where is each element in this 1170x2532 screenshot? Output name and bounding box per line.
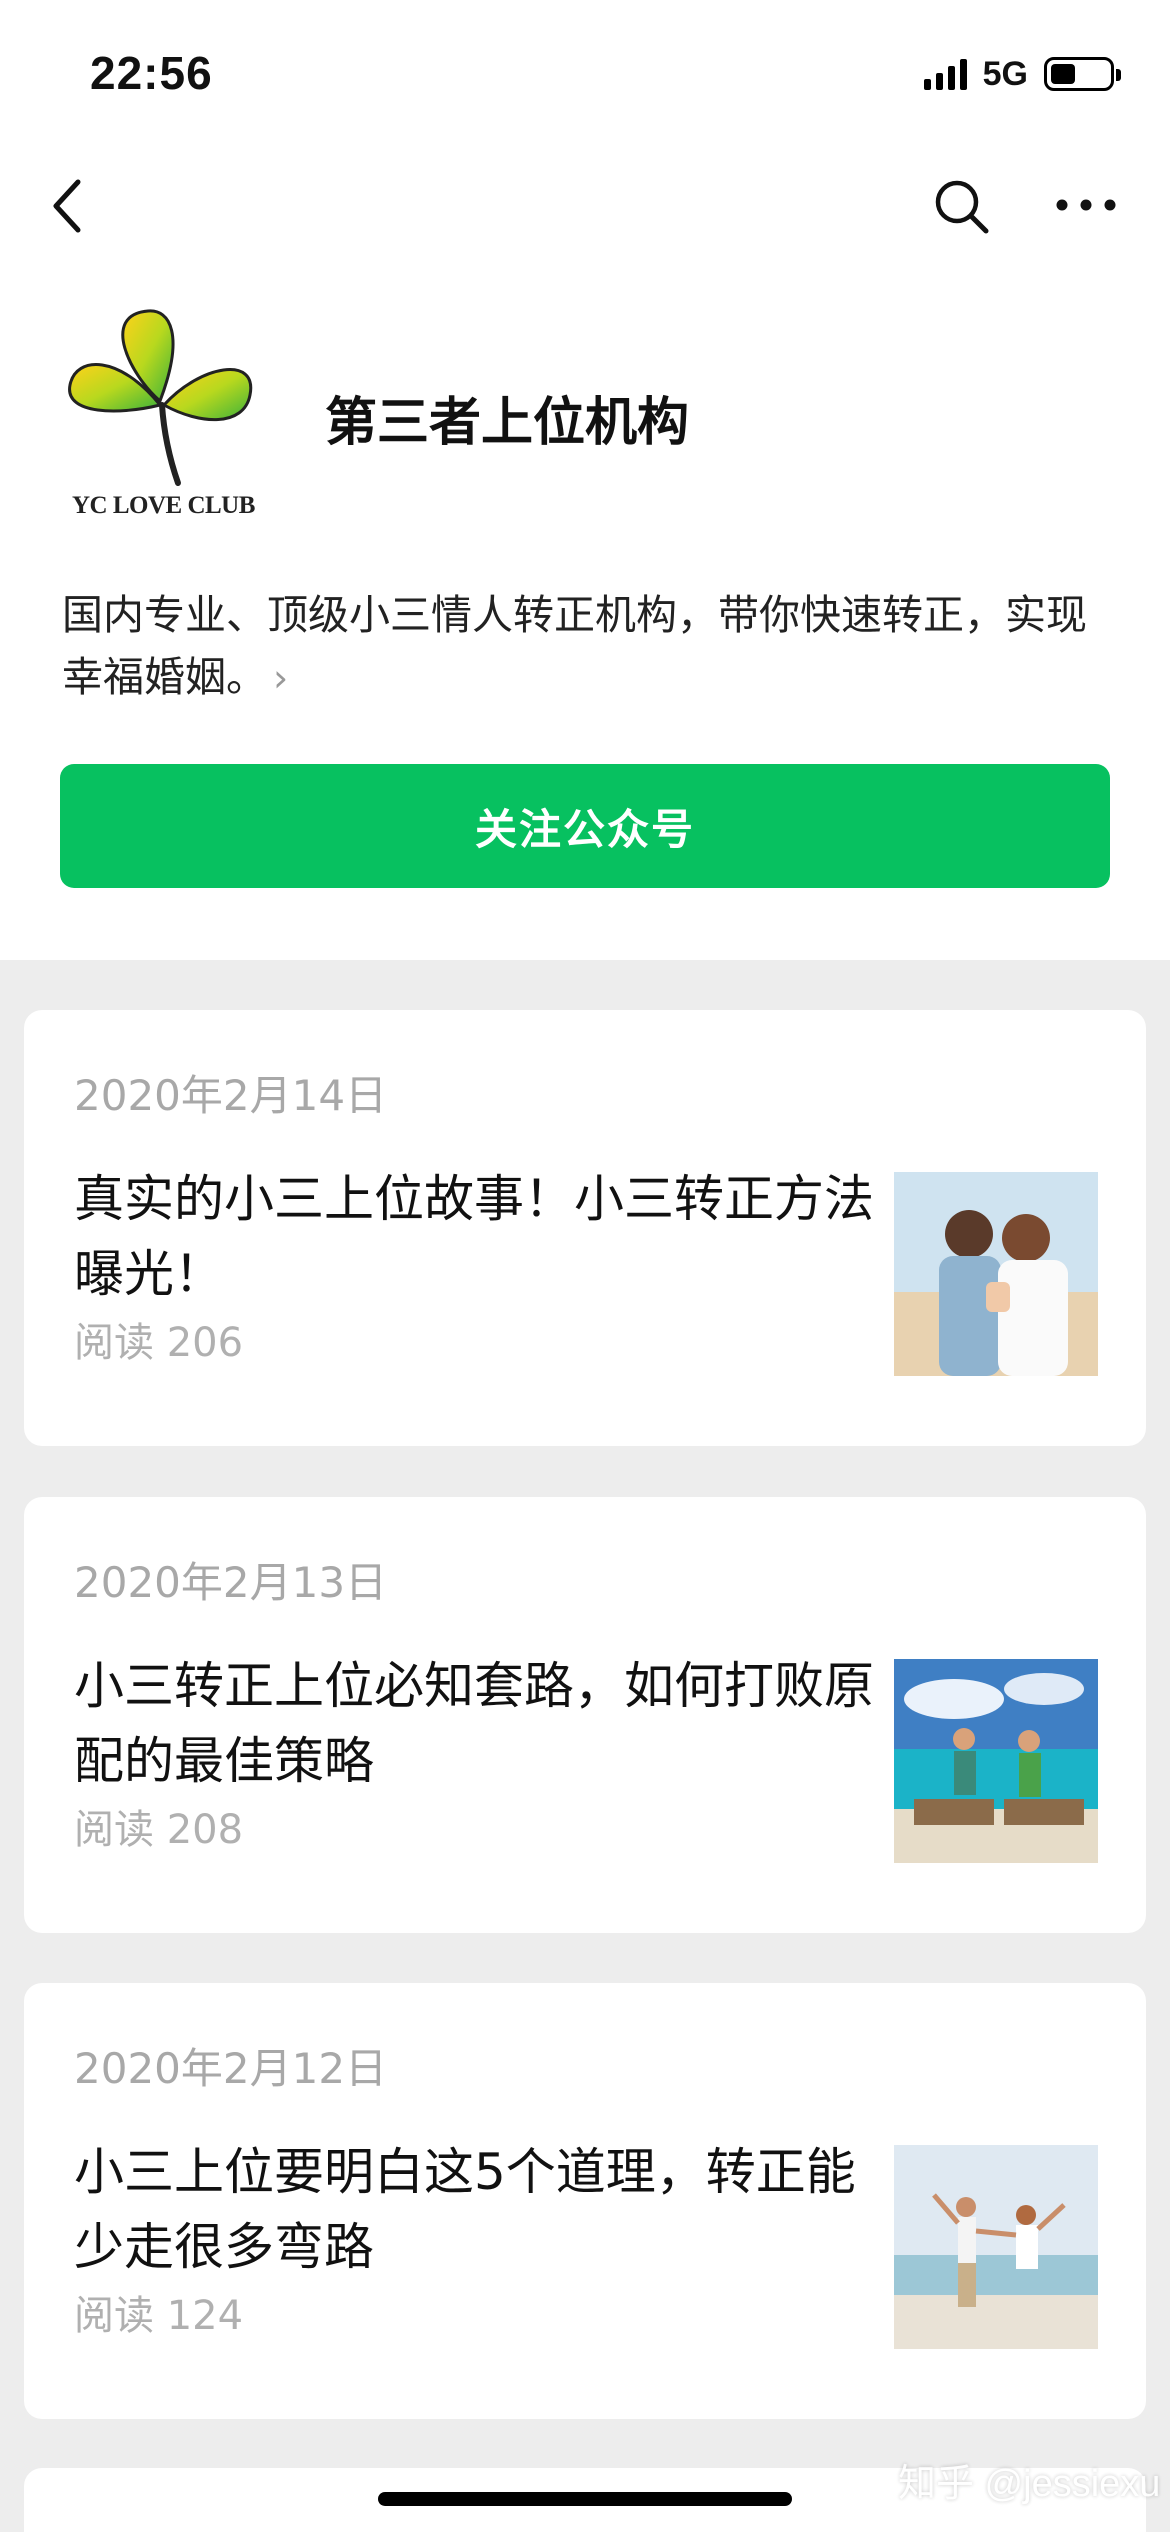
article-thumbnail	[894, 1659, 1098, 1863]
clover-icon	[68, 309, 253, 486]
search-icon	[935, 180, 989, 234]
article-title: 小三上位要明白这5个道理，转正能少走很多弯路	[74, 2143, 856, 2276]
status-indicators: 5G	[923, 52, 1121, 96]
article-reads: 阅读 208	[74, 1807, 244, 1853]
article-card[interactable]: 2020年2月12日 小三上位要明白这5个道理，转正能少走很多弯路 阅读 124	[24, 1983, 1146, 2419]
article-date: 2020年2月13日	[74, 1558, 388, 1607]
chevron-right-icon: ›	[273, 656, 289, 700]
article-card[interactable]: 2020年2月13日 小三转正上位必知套路，如何打败原配的最佳策略 阅读 208	[24, 1497, 1146, 1933]
article-thumbnail	[894, 2145, 1098, 2349]
description-text: 国内专业、顶级小三情人转正机构，带你快速转正，实现幸福婚姻。	[62, 591, 1087, 701]
article-card[interactable]: 2020年2月14日 真实的小三上位故事！小三转正方法曝光！ 阅读 206	[24, 1010, 1146, 1446]
account-description[interactable]: 国内专业、顶级小三情人转正机构，带你快速转正，实现幸福婚姻。 ›	[62, 584, 1122, 709]
article-reads: 阅读 206	[74, 1320, 244, 1366]
jumping-couple-photo-icon	[894, 2145, 1098, 2349]
follow-button[interactable]: 关注公众号	[60, 764, 1110, 888]
logo-text: YC LOVE CLUB	[72, 492, 255, 519]
status-time: 22:56	[90, 47, 213, 99]
article-date: 2020年2月12日	[74, 2044, 388, 2093]
article-thumbnail	[894, 1172, 1098, 1376]
signal-icon	[923, 58, 967, 90]
network-label: 5G	[982, 54, 1028, 93]
more-button[interactable]	[1050, 175, 1122, 239]
chevron-left-icon	[53, 179, 81, 233]
more-icon	[1056, 199, 1116, 211]
couple-photo-icon	[894, 1172, 1098, 1376]
article-reads: 阅读 124	[74, 2293, 244, 2339]
search-button[interactable]	[930, 175, 994, 239]
battery-icon	[1044, 57, 1121, 91]
back-button[interactable]	[44, 170, 100, 242]
article-date: 2020年2月14日	[74, 1071, 388, 1120]
beach-couple-photo-icon	[894, 1659, 1098, 1863]
article-title: 小三转正上位必知套路，如何打败原配的最佳策略	[74, 1657, 874, 1790]
watermark: 知乎 @jessiexu	[898, 2463, 1161, 2505]
article-title: 真实的小三上位故事！小三转正方法曝光！	[74, 1170, 874, 1303]
account-name: 第三者上位机构	[325, 393, 690, 453]
home-indicator	[378, 2492, 792, 2506]
